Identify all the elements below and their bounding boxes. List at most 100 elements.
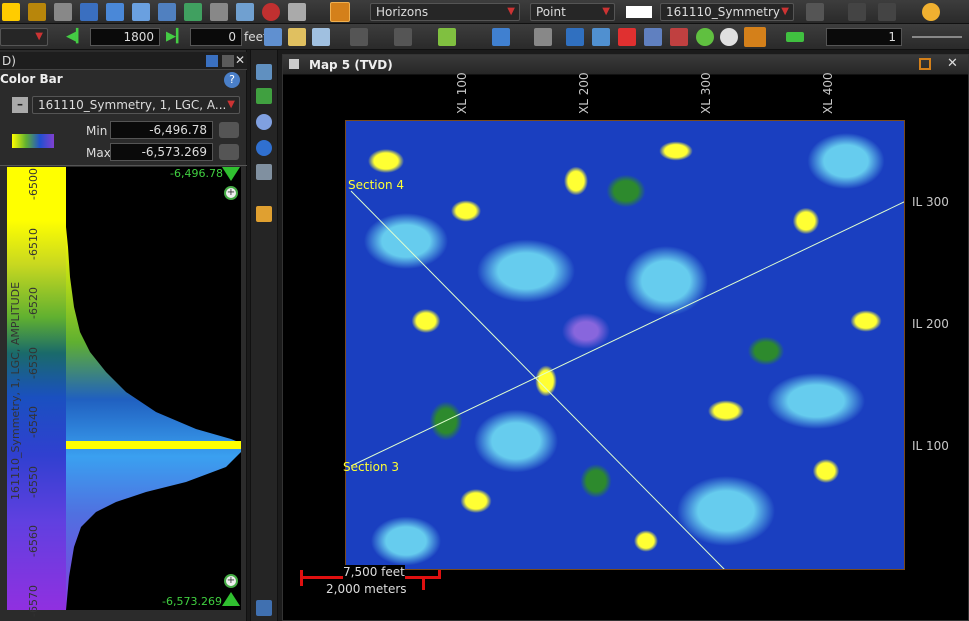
wheel-icon[interactable] xyxy=(696,28,714,46)
sort-icon[interactable] xyxy=(256,164,272,180)
zoom-window-icon[interactable] xyxy=(256,64,272,80)
restore-icon[interactable] xyxy=(919,58,931,70)
map-window-title: Map 5 (TVD) xyxy=(309,58,393,72)
collapse-icon[interactable]: – xyxy=(12,97,28,113)
bottom-handle-icon[interactable] xyxy=(222,592,240,606)
pin-icon[interactable] xyxy=(222,55,234,67)
add-point-icon[interactable] xyxy=(438,28,456,46)
max-reset-icon[interactable] xyxy=(219,144,239,160)
point-select[interactable]: Point ▼ xyxy=(530,3,615,21)
panel-tab-label: D) xyxy=(2,54,16,68)
color-ramp-preview[interactable] xyxy=(12,134,54,148)
panel-tab-strip: D) ✕ xyxy=(0,52,247,70)
bar-icon[interactable] xyxy=(592,28,610,46)
zoom-in-bottom-icon[interactable]: + xyxy=(224,574,238,588)
triangle-icon[interactable] xyxy=(566,28,584,46)
legend-icon[interactable] xyxy=(618,28,636,46)
max-value-input[interactable]: -6,573.269 xyxy=(110,143,213,161)
zoom-fit-icon[interactable] xyxy=(256,88,272,104)
tick-label: -6560 xyxy=(27,525,40,557)
tick-label: -6500 xyxy=(27,168,40,200)
grid-icon[interactable] xyxy=(534,28,552,46)
draw-icon[interactable] xyxy=(330,2,350,22)
redo-icon[interactable] xyxy=(878,3,896,21)
scale-feet-label: 7,500 feet xyxy=(343,565,405,579)
undo-icon[interactable] xyxy=(848,3,866,21)
section-3-line[interactable] xyxy=(350,201,905,467)
histogram-area xyxy=(66,167,241,610)
scale-tick xyxy=(300,570,303,586)
matrix-icon[interactable] xyxy=(670,28,688,46)
measure-icon[interactable] xyxy=(106,3,124,21)
magnify-icon[interactable] xyxy=(256,114,272,130)
attribute-select[interactable]: 161110_Symmetry, 1, LGC, A... ▼ xyxy=(32,96,240,114)
save-icon[interactable] xyxy=(28,3,46,21)
tick-label: -6520 xyxy=(27,287,40,319)
frame-input[interactable]: 1800 xyxy=(90,28,160,46)
histogram-shape xyxy=(66,227,241,610)
bookmark-icon[interactable] xyxy=(350,28,368,46)
tick-label: -6510 xyxy=(27,227,40,260)
divider xyxy=(0,165,247,166)
target-icon[interactable] xyxy=(720,28,738,46)
section-4-line[interactable] xyxy=(350,190,726,570)
xl-label: XL 100 xyxy=(455,72,469,114)
panel-title: Color Bar xyxy=(0,72,63,86)
active-tool-icon[interactable] xyxy=(744,27,766,47)
step-back-icon[interactable]: ◀▎ xyxy=(66,29,86,44)
help-icon[interactable]: ? xyxy=(224,72,240,88)
min-reset-icon[interactable] xyxy=(219,122,239,138)
refresh-icon[interactable] xyxy=(256,140,272,156)
camera-icon[interactable] xyxy=(288,3,306,21)
xl-label: XL 200 xyxy=(577,72,591,114)
vector-icon[interactable] xyxy=(492,28,510,46)
dock-icon[interactable] xyxy=(206,55,218,67)
view-select[interactable]: ▼ xyxy=(0,28,48,46)
zoom-slider[interactable] xyxy=(912,36,962,38)
min-value-input[interactable]: -6,496.78 xyxy=(110,121,213,139)
layers-icon[interactable] xyxy=(806,3,824,21)
sun-icon[interactable] xyxy=(922,3,940,21)
list-icon[interactable] xyxy=(644,28,662,46)
eraser-icon[interactable] xyxy=(132,3,150,21)
line-icon[interactable] xyxy=(786,32,804,42)
il-label: IL 200 xyxy=(912,317,949,331)
export-map-icon[interactable] xyxy=(256,206,272,222)
map-icon[interactable] xyxy=(264,28,282,46)
xl-label: XL 300 xyxy=(699,72,713,114)
histogram-peak xyxy=(66,441,241,449)
secondary-toolbar: ▼ ◀▎ 1800 ▶▎ 0 feet 1 xyxy=(0,24,969,50)
il-label: IL 100 xyxy=(912,439,949,453)
move-icon[interactable] xyxy=(158,3,176,21)
section-3-label: Section 3 xyxy=(343,460,400,474)
bookmark2-icon[interactable] xyxy=(394,28,412,46)
scale-tick xyxy=(438,570,441,579)
min-label: Min xyxy=(86,124,108,138)
close-icon[interactable]: ✕ xyxy=(235,53,245,67)
copy-icon[interactable] xyxy=(184,3,202,21)
pick-icon[interactable] xyxy=(80,3,98,21)
export-icon[interactable] xyxy=(210,3,228,21)
zoom-in-top-icon[interactable]: + xyxy=(224,186,238,200)
delete-icon[interactable] xyxy=(262,3,280,21)
house-icon[interactable] xyxy=(312,28,330,46)
home-icon[interactable] xyxy=(288,28,306,46)
map-canvas[interactable] xyxy=(345,120,905,570)
map-window-icon xyxy=(289,59,299,69)
highlight-icon[interactable] xyxy=(2,3,20,21)
horizons-select[interactable]: Horizons ▼ xyxy=(370,3,520,21)
offset-input[interactable]: 0 xyxy=(190,28,242,46)
settings-icon[interactable] xyxy=(236,3,254,21)
main-toolbar: Horizons ▼ Point ▼ 161110_Symmetry ▼ xyxy=(0,0,969,24)
color-swatch[interactable] xyxy=(626,6,652,18)
tick-label: -6540 xyxy=(27,406,40,438)
lock-icon[interactable] xyxy=(54,3,72,21)
tick-label: -6550 xyxy=(27,465,40,498)
step-forward-icon[interactable]: ▶▎ xyxy=(166,29,186,44)
close-map-icon[interactable]: ✕ xyxy=(947,56,958,71)
bottom-value-label: -6,573.269 xyxy=(162,595,222,608)
top-handle-icon[interactable] xyxy=(222,167,240,181)
panel-toggle-icon[interactable] xyxy=(256,600,272,616)
symmetry-select[interactable]: 161110_Symmetry ▼ xyxy=(660,3,794,21)
count-input[interactable]: 1 xyxy=(826,28,902,46)
